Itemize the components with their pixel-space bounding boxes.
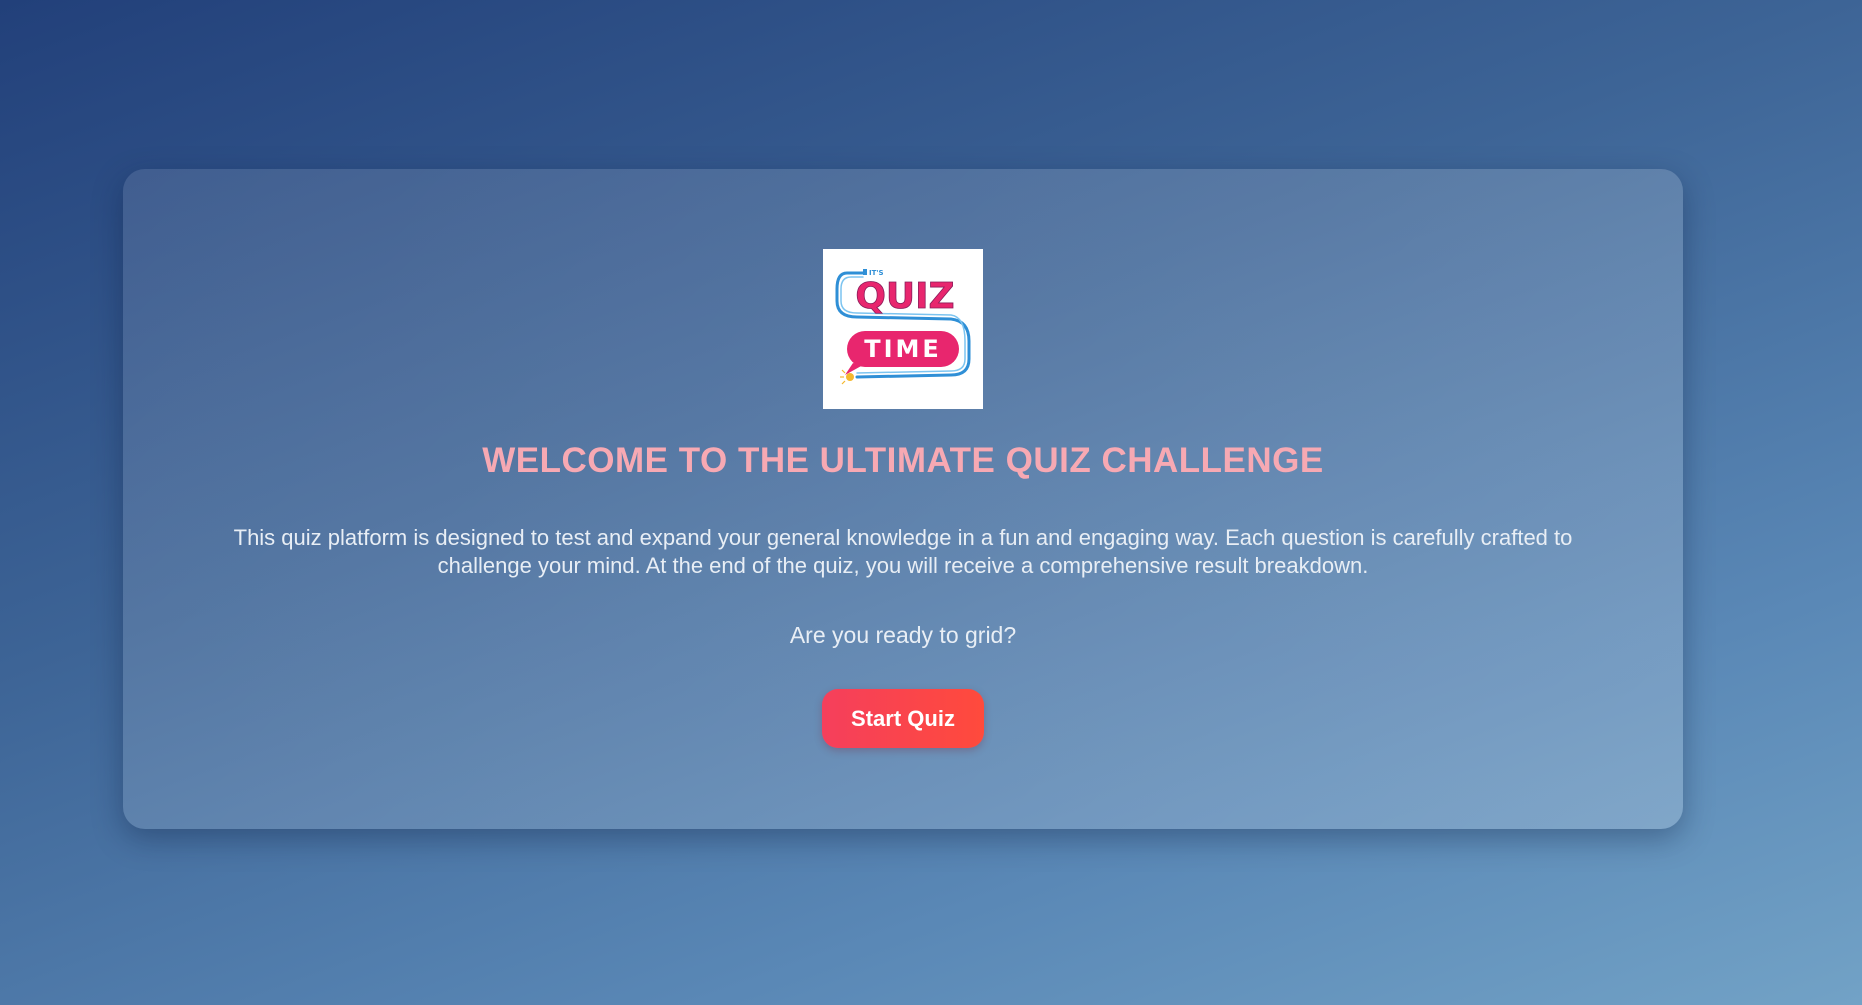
start-quiz-button[interactable]: Start Quiz [822, 689, 984, 748]
quiz-time-logo: IT'S QUIZ TIME [823, 249, 983, 409]
logo-time-text: TIME [864, 335, 942, 363]
ready-prompt: Are you ready to grid? [789, 622, 1017, 648]
welcome-description: This quiz platform is designed to test a… [233, 525, 1573, 578]
logo-quiz-text: QUIZ [855, 276, 954, 317]
welcome-title: WELCOME TO THE ULTIMATE QUIZ CHALLENGE [482, 441, 1324, 480]
welcome-card: IT'S QUIZ TIME WELCOME TO THE ULTIMATE Q… [123, 169, 1683, 829]
